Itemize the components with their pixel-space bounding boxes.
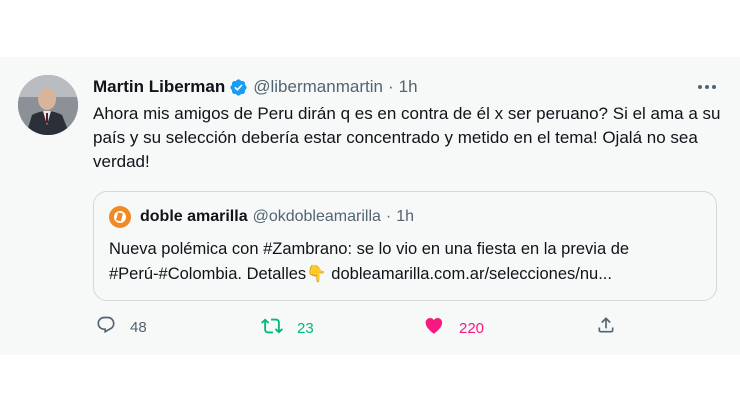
like-button[interactable]: 220 <box>423 315 484 341</box>
retweet-icon <box>261 315 283 341</box>
tweet-card[interactable]: Martin Liberman @libermanmartin · 1h Aho… <box>0 57 740 355</box>
like-count: 220 <box>459 319 485 337</box>
share-icon <box>596 315 616 339</box>
tweet-time[interactable]: 1h <box>399 77 418 97</box>
retweet-count: 23 <box>297 319 314 337</box>
quoted-tweet-text: Nueva polémica con #Zambrano: se lo vio … <box>109 237 704 287</box>
more-icon[interactable] <box>696 79 718 95</box>
share-button[interactable] <box>596 315 616 339</box>
quoted-tweet-line-1: Nueva polémica con #Zambrano: se lo vio … <box>109 240 630 258</box>
tweet-text: Ahora mis amigos de Peru dirán q es en c… <box>93 104 721 171</box>
avatar-photo <box>18 75 78 135</box>
like-icon <box>423 315 445 341</box>
reply-button[interactable]: 48 <box>96 315 147 339</box>
quoted-separator-dot: · <box>385 208 392 225</box>
quoted-avatar-logo <box>114 211 126 223</box>
verified-badge-icon <box>229 78 248 97</box>
reply-count: 48 <box>130 318 147 336</box>
quoted-tweet-line-2: #Perú-#Colombia. Detalles👇 doblеamarilla… <box>109 265 612 283</box>
reply-icon <box>96 315 116 339</box>
quoted-tweet[interactable]: doble amarilla @okdobleamarilla · 1h Nue… <box>93 191 717 301</box>
quoted-tweet-time: 1h <box>396 208 415 225</box>
tweet-header: Martin Liberman @libermanmartin · 1h <box>93 77 418 97</box>
tweet-actions: 48 23 220 <box>0 315 740 345</box>
separator-dot: · <box>387 77 394 96</box>
author-handle[interactable]: @libermanmartin <box>253 77 383 97</box>
quoted-avatar[interactable] <box>109 206 131 228</box>
quoted-author-name[interactable]: doble amarilla <box>140 208 248 226</box>
quoted-author-handle[interactable]: @okdobleamarilla <box>253 208 381 226</box>
author-avatar[interactable] <box>18 75 78 135</box>
author-name[interactable]: Martin Liberman <box>93 77 225 97</box>
quoted-tweet-header: doble amarilla @okdobleamarilla · 1h <box>109 206 414 228</box>
retweet-button[interactable]: 23 <box>261 315 314 341</box>
